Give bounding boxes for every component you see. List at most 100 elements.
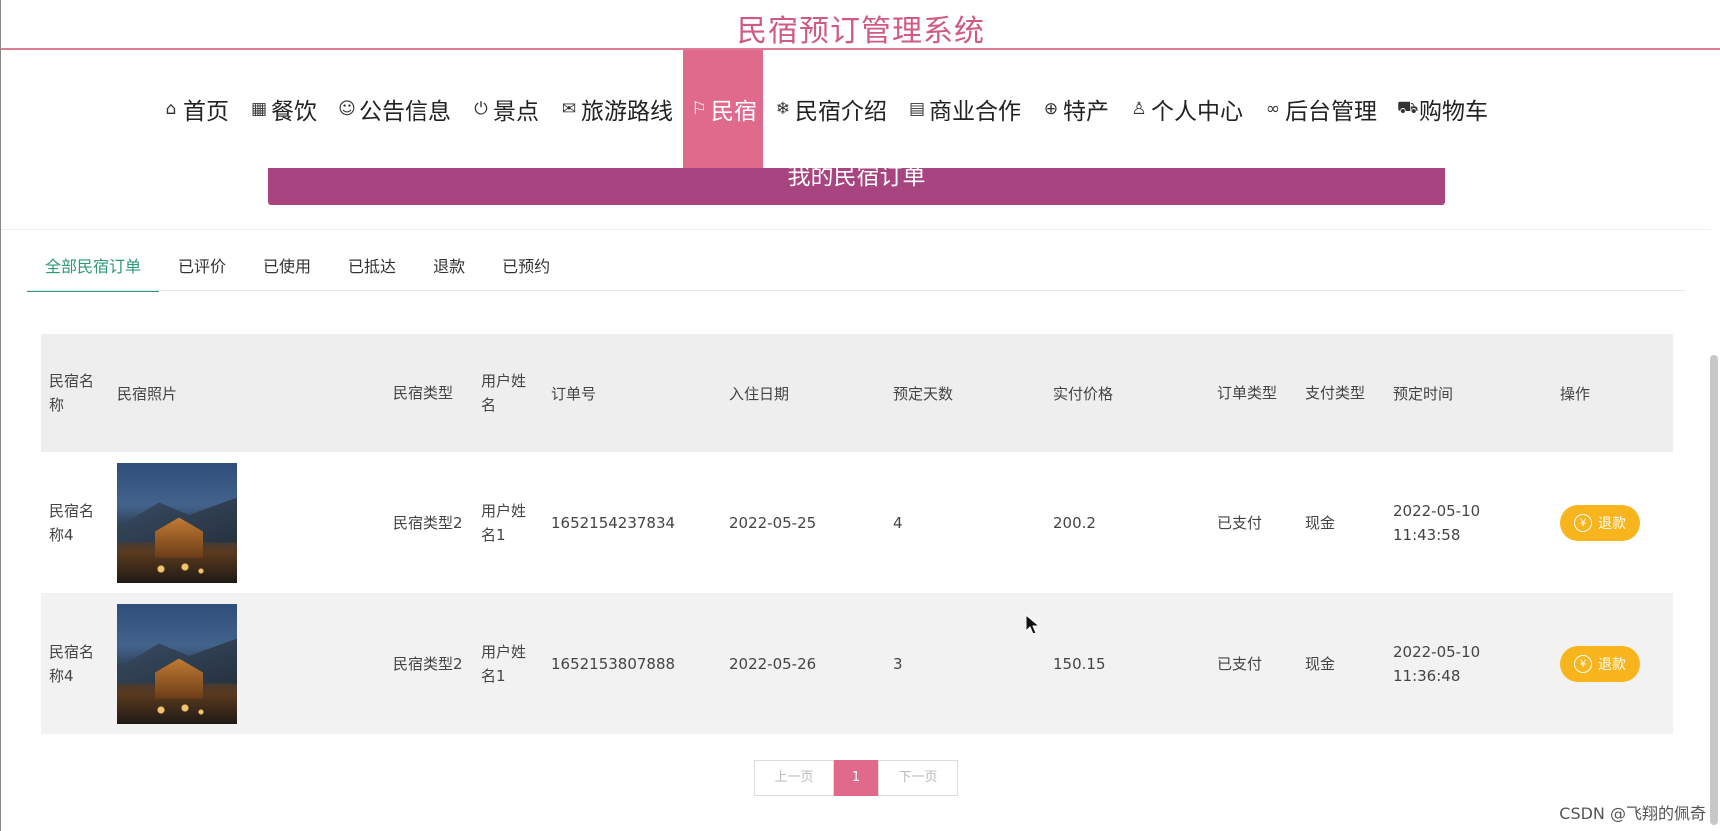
globe-icon: ⊕	[1043, 99, 1059, 119]
orders-banner: 我的民宿订单	[268, 168, 1445, 205]
pagination: 上一页 1 下一页	[754, 760, 958, 796]
nav-item-1[interactable]: ▦ 餐饮	[239, 50, 327, 168]
yen-icon: ¥	[1574, 513, 1592, 532]
nav-item-6[interactable]: ❄ 民宿介绍	[763, 50, 897, 168]
nav-item-4[interactable]: ✉ 旅游路线	[549, 50, 683, 168]
tab-2[interactable]: 已使用	[245, 250, 329, 292]
nav-item-label: 民宿介绍	[795, 99, 887, 125]
nav-item-label: 特产	[1063, 99, 1109, 125]
nav-item-label: 购物车	[1419, 99, 1488, 125]
watermark: CSDN @飞翔的佩奇	[1559, 804, 1706, 823]
orders-table-wrap: 民宿名称 民宿照片 民宿类型 用户姓名 订单号 入住日期 预定天数 实付价格 订单类型 支付类型 预…	[41, 334, 1673, 734]
cell-order-type: 已支付	[1217, 513, 1263, 532]
link-icon: ∞	[1265, 99, 1281, 119]
tab-5[interactable]: 已预约	[484, 250, 568, 292]
column-header: 民宿照片	[117, 384, 178, 403]
page-number-button[interactable]: 1	[834, 760, 878, 796]
nav-item-3[interactable]: ⏻ 景点	[461, 50, 549, 168]
main-nav: ⌂ 首页 ▦ 餐饮 ☺ 公告信息 ⏻ 景点 ✉ 旅游路线 ⚐ 民宿 ❄ 民宿介绍 ▤ 商业合作 ⊕ 特产 ♙ 个人中心…	[1, 50, 1720, 168]
site-title: 民宿预订管理系统	[737, 14, 985, 49]
cell-type: 民宿类型2	[393, 654, 463, 673]
tab-0[interactable]: 全部民宿订单	[27, 250, 160, 292]
tab-4[interactable]: 退款	[415, 250, 483, 292]
nav-item-8[interactable]: ⊕ 特产	[1031, 50, 1119, 168]
smile-icon: ☺	[338, 99, 356, 119]
table-header-row: 民宿名称 民宿照片 民宿类型 用户姓名 订单号 入住日期 预定天数 实付价格 订单类型 支付类型 预…	[41, 334, 1673, 452]
cell-order-type: 已支付	[1217, 654, 1263, 673]
prev-page-button[interactable]: 上一页	[754, 760, 834, 796]
yen-icon: ¥	[1574, 654, 1592, 673]
cart-icon: ⛟	[1397, 98, 1419, 118]
nav-item-0[interactable]: ⌂ 首页	[151, 50, 239, 168]
action-cell: ¥ 退款	[1552, 593, 1673, 734]
cell-user: 用户姓名1	[481, 501, 527, 544]
homestay-photo[interactable]	[117, 462, 237, 583]
grid-icon: ▦	[250, 99, 268, 119]
user-icon: ♙	[1131, 99, 1147, 119]
column-header: 操作	[1560, 384, 1591, 403]
column-header: 订单类型	[1217, 384, 1278, 402]
cell-order-no: 1652153807888	[551, 654, 676, 673]
table-body: 民宿名称4 民宿类型2 用户姓名1 1652154237834 2022-05-25 4 2…	[41, 452, 1673, 734]
homestay-photo[interactable]	[117, 603, 237, 724]
nav-item-label: 餐饮	[271, 99, 317, 125]
tabs-underline	[27, 290, 1685, 291]
nav-item-label: 个人中心	[1151, 99, 1243, 125]
nav-item-7[interactable]: ▤ 商业合作	[897, 50, 1031, 168]
nav-item-5[interactable]: ⚐ 民宿	[683, 50, 763, 168]
cell-name: 民宿名称4	[49, 501, 95, 544]
cell-checkin: 2022-05-26	[729, 654, 817, 673]
nav-item-11[interactable]: ⛟ 购物车	[1387, 50, 1498, 168]
home-icon: ⌂	[165, 99, 177, 119]
refund-button[interactable]: ¥ 退款	[1560, 645, 1640, 682]
next-page-button[interactable]: 下一页	[878, 760, 958, 796]
booked-time: 11:43:58	[1393, 525, 1461, 544]
nav-item-label: 后台管理	[1285, 99, 1377, 125]
cell-user: 用户姓名1	[481, 642, 527, 685]
booked-time-cell: 2022-05-10 11:36:48	[1385, 593, 1552, 734]
table-row: 民宿名称4 民宿类型2 用户姓名1 1652154237834 2022-05-25 4 2…	[41, 452, 1673, 593]
nav-item-label: 景点	[493, 99, 539, 125]
column-header: 入住日期	[729, 384, 790, 403]
scrollbar-thumb[interactable]	[1710, 355, 1718, 825]
photo-cell	[109, 593, 385, 734]
column-header: 民宿名称	[49, 372, 95, 414]
nav-item-label: 商业合作	[929, 99, 1021, 125]
cell-pay-type: 现金	[1305, 654, 1336, 673]
title-bar: 民宿预订管理系统	[1, 0, 1720, 50]
cell-price: 200.2	[1053, 513, 1096, 532]
booked-date: 2022-05-10	[1393, 501, 1481, 520]
power-icon: ⏻	[474, 99, 488, 119]
column-header: 订单号	[551, 384, 597, 403]
nav-item-9[interactable]: ♙ 个人中心	[1119, 50, 1253, 168]
nav-item-label: 旅游路线	[581, 99, 673, 125]
flag-icon: ⚐	[691, 99, 707, 119]
refund-button[interactable]: ¥ 退款	[1560, 504, 1640, 541]
column-header: 预定时间	[1393, 384, 1454, 403]
column-header: 用户姓名	[481, 372, 527, 414]
nav-item-label: 民宿	[711, 99, 757, 125]
cell-order-no: 1652154237834	[551, 513, 676, 532]
mail-icon: ✉	[561, 99, 577, 119]
tab-3[interactable]: 已抵达	[330, 250, 414, 292]
nav-item-2[interactable]: ☺ 公告信息	[327, 50, 461, 168]
column-header: 民宿类型	[393, 384, 454, 402]
booked-date: 2022-05-10	[1393, 642, 1481, 661]
calendar-icon: ▤	[908, 99, 926, 119]
refund-label: 退款	[1598, 514, 1626, 531]
booked-time: 11:36:48	[1393, 666, 1461, 685]
photo-cell	[109, 452, 385, 593]
divider	[1, 229, 1711, 230]
tab-1[interactable]: 已评价	[160, 250, 244, 292]
nav-inner: ⌂ 首页 ▦ 餐饮 ☺ 公告信息 ⏻ 景点 ✉ 旅游路线 ⚐ 民宿 ❄ 民宿介绍 ▤ 商业合作 ⊕ 特产 ♙ 个人中心…	[151, 50, 1498, 168]
booked-time-cell: 2022-05-10 11:43:58	[1385, 452, 1552, 593]
refund-label: 退款	[1598, 655, 1626, 672]
nav-item-10[interactable]: ∞ 后台管理	[1253, 50, 1387, 168]
action-cell: ¥ 退款	[1552, 452, 1673, 593]
column-header: 预定天数	[893, 384, 954, 403]
banner-title: 我的民宿订单	[787, 168, 926, 190]
nav-item-label: 公告信息	[359, 99, 451, 125]
nav-item-label: 首页	[183, 99, 229, 125]
table-row: 民宿名称4 民宿类型2 用户姓名1 1652153807888 2022-05-26 3 1…	[41, 593, 1673, 734]
cell-name: 民宿名称4	[49, 642, 95, 685]
